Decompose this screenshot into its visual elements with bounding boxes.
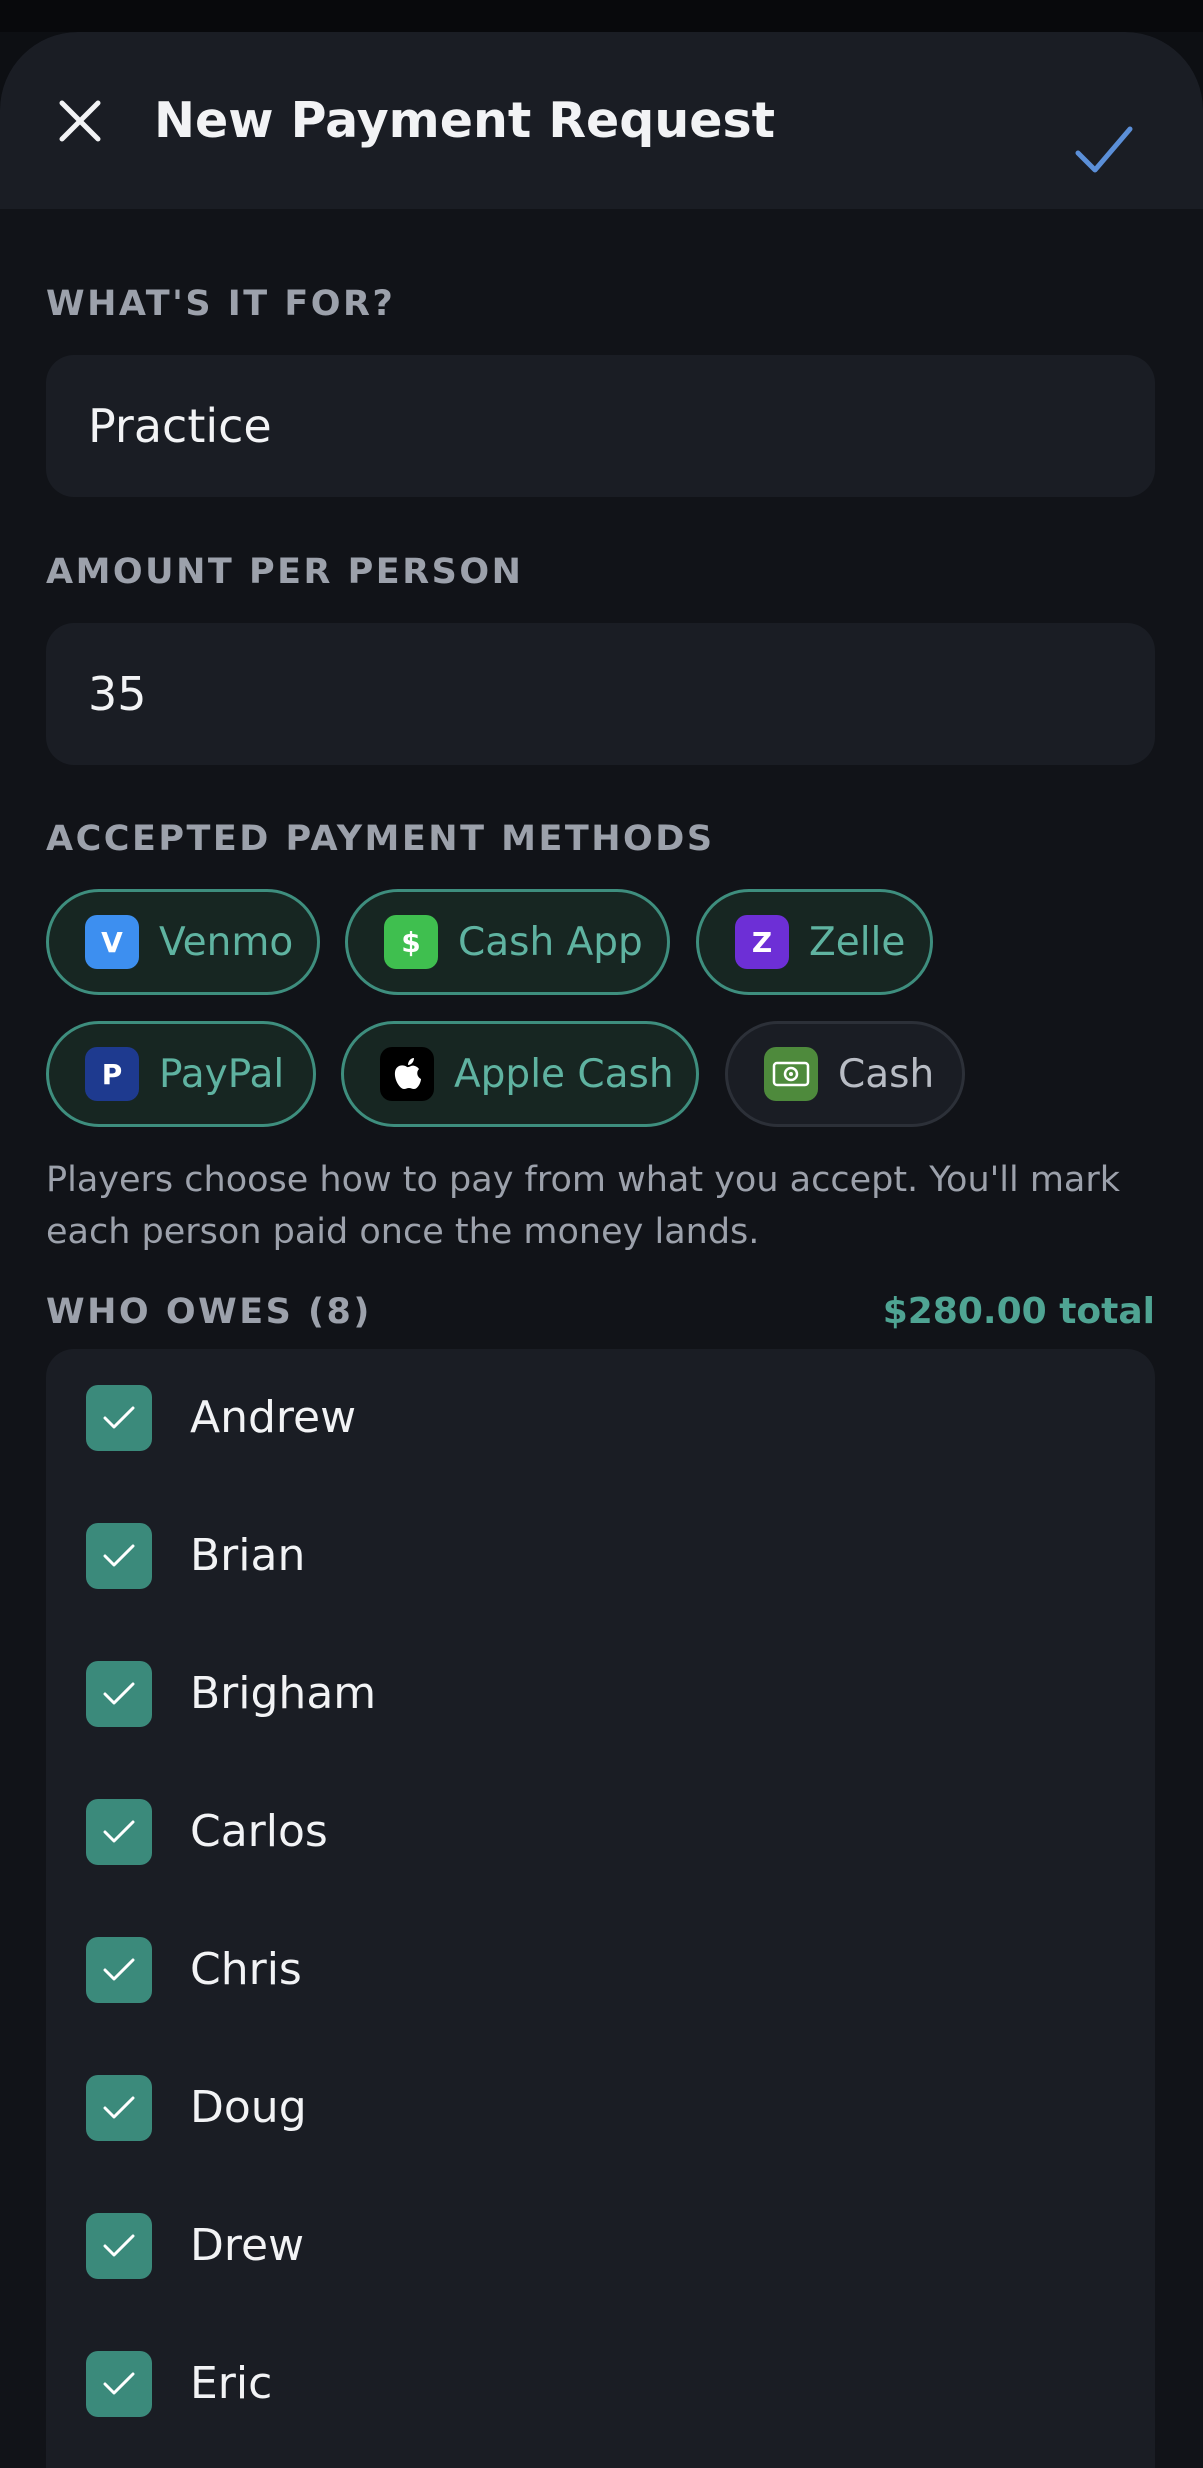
total-amount: $280.00 total (882, 1291, 1155, 1332)
person-name: Brian (190, 1530, 306, 1581)
check-icon (103, 1682, 135, 1705)
person-name: Eric (190, 2358, 273, 2409)
cash-app-icon: $ (384, 915, 438, 969)
who-owes-label: WHO OWES (8) (46, 1292, 372, 1332)
check-icon (103, 1820, 135, 1843)
person-name: Doug (190, 2082, 307, 2133)
payment-method-cash[interactable]: Cash (725, 1021, 965, 1127)
payment-method-label: Venmo (159, 919, 294, 965)
list-item[interactable]: Chris (46, 1901, 1155, 2039)
person-name: Brigham (190, 1668, 377, 1719)
check-icon (103, 1544, 135, 1567)
checkbox[interactable] (86, 1799, 152, 1865)
person-name: Carlos (190, 1806, 328, 1857)
apple-icon (380, 1047, 434, 1101)
list-item[interactable]: Doug (46, 2039, 1155, 2177)
payment-method-label: Zelle (809, 919, 906, 965)
payment-method-label: PayPal (159, 1051, 285, 1097)
paypal-icon: P (85, 1047, 139, 1101)
check-icon (103, 1406, 135, 1429)
payment-method-apple-cash[interactable]: Apple Cash (341, 1021, 699, 1127)
payment-request-sheet: New Payment Request WHAT'S IT FOR? AMOUN… (0, 32, 1203, 2468)
check-icon (103, 1958, 135, 1981)
banknote-icon (764, 1047, 818, 1101)
payment-methods-hint: Players choose how to pay from what you … (46, 1160, 1121, 1252)
checkbox[interactable] (86, 2075, 152, 2141)
zelle-icon: Z (735, 915, 789, 969)
amount-label: AMOUNT PER PERSON (46, 552, 524, 592)
person-name: Andrew (190, 1392, 357, 1443)
check-icon (103, 2234, 135, 2257)
payment-method-label: Cash (838, 1051, 935, 1097)
list-item[interactable]: Brian (46, 1487, 1155, 1625)
payment-method-label: Cash App (458, 919, 643, 965)
person-name: Drew (190, 2220, 305, 2271)
venmo-icon: V (85, 915, 139, 969)
list-item[interactable]: Andrew (46, 1349, 1155, 1487)
payment-methods-label: ACCEPTED PAYMENT METHODS (46, 819, 715, 859)
purpose-input[interactable] (88, 355, 1088, 497)
people-list: Andrew Brian Brigham Carlos Chris Doug D… (46, 1349, 1155, 2468)
payment-method-zelle[interactable]: Z Zelle (696, 889, 933, 995)
sheet-header: New Payment Request (0, 32, 1203, 209)
checkbox[interactable] (86, 1937, 152, 2003)
status-bar-area (0, 0, 1203, 32)
payment-method-paypal[interactable]: P PayPal (46, 1021, 316, 1127)
page-title: New Payment Request (154, 92, 776, 149)
check-icon (103, 2372, 135, 2395)
close-button[interactable] (44, 85, 116, 157)
confirm-button[interactable] (1064, 114, 1144, 186)
person-name: Chris (190, 1944, 302, 1995)
list-item[interactable]: Drew (46, 2177, 1155, 2315)
payment-method-cash-app[interactable]: $ Cash App (345, 889, 670, 995)
purpose-label: WHAT'S IT FOR? (46, 284, 396, 324)
amount-input[interactable] (88, 623, 1088, 765)
close-icon (59, 100, 101, 142)
payment-method-venmo[interactable]: V Venmo (46, 889, 320, 995)
list-item[interactable]: Brigham (46, 1625, 1155, 1763)
checkbox[interactable] (86, 1523, 152, 1589)
purpose-field[interactable] (46, 355, 1155, 497)
checkbox[interactable] (86, 2351, 152, 2417)
checkbox[interactable] (86, 1661, 152, 1727)
checkbox[interactable] (86, 1385, 152, 1451)
payment-method-label: Apple Cash (454, 1051, 674, 1097)
check-icon (103, 2096, 135, 2119)
checkmark-icon (1075, 126, 1133, 173)
checkbox[interactable] (86, 2213, 152, 2279)
amount-field[interactable] (46, 623, 1155, 765)
list-item[interactable]: Eric (46, 2315, 1155, 2453)
list-item[interactable]: Carlos (46, 1763, 1155, 1901)
